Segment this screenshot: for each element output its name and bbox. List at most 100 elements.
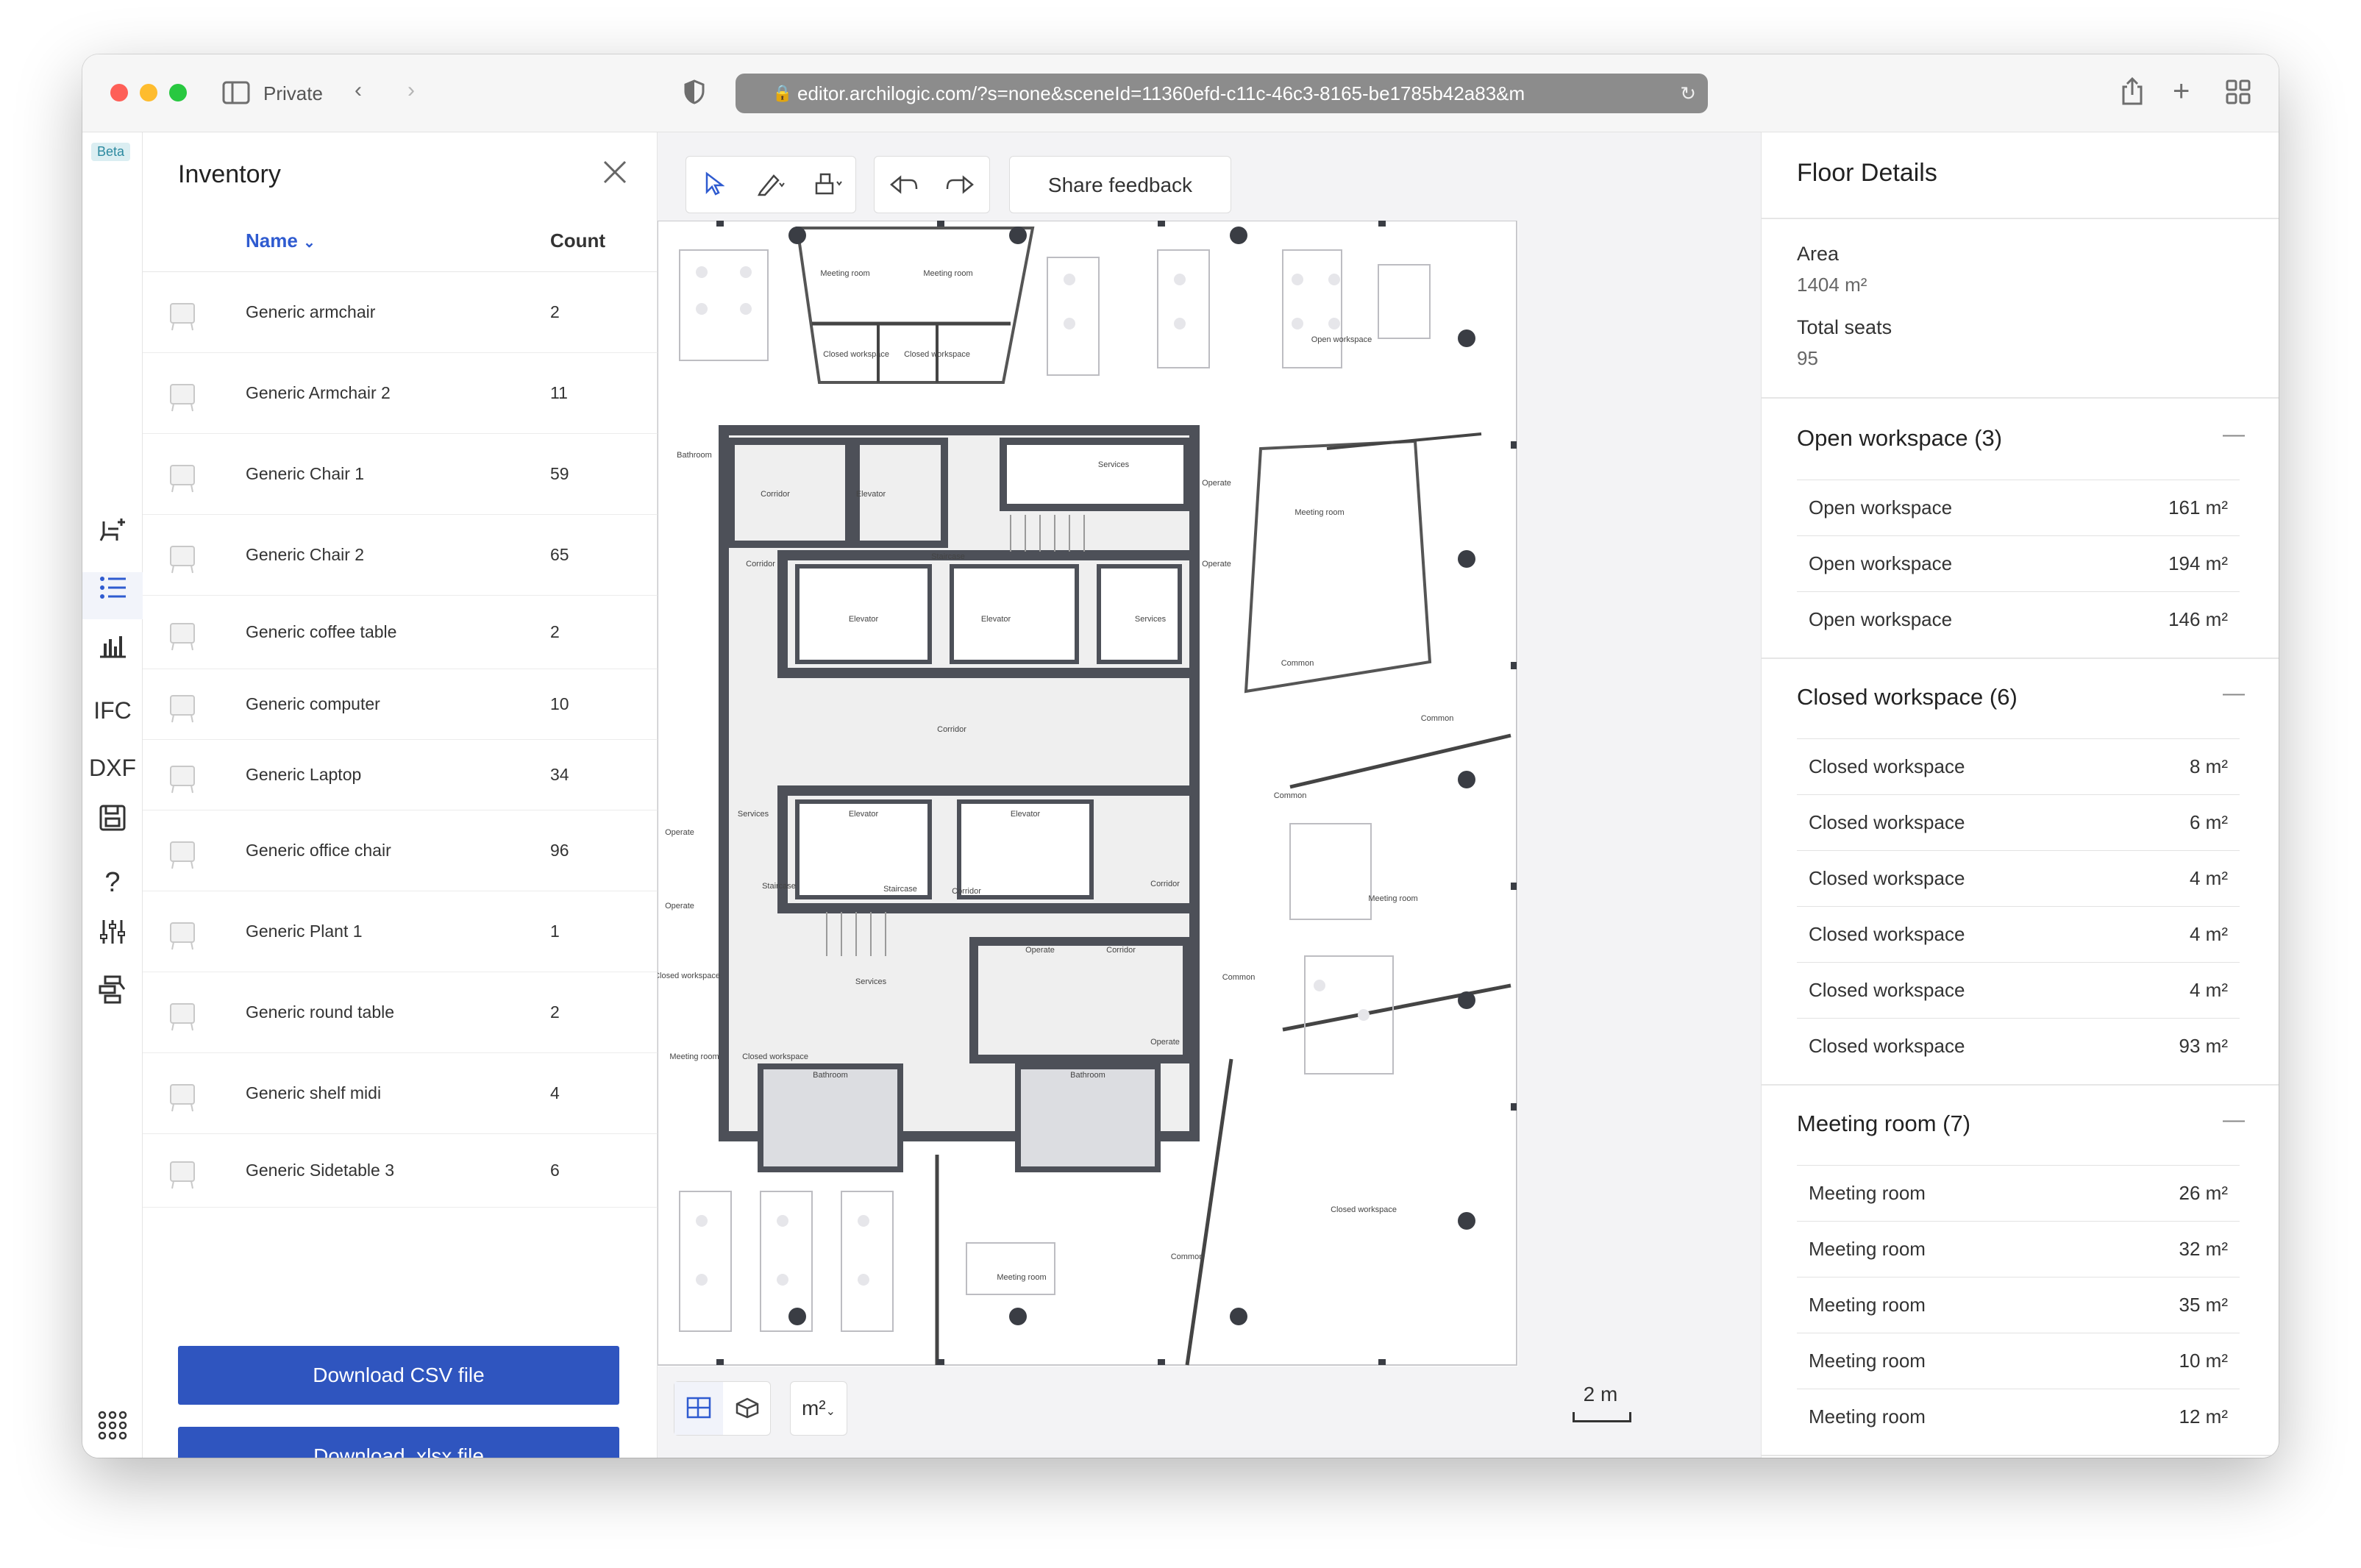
space-area: 161 m² [2168, 496, 2228, 518]
zoom-window-button[interactable] [169, 84, 187, 101]
stamp-tool-icon[interactable] [800, 157, 857, 213]
minimize-window-button[interactable] [140, 84, 157, 101]
unit-selector[interactable]: m²⌄ [790, 1381, 847, 1436]
inventory-item-count: 2 [550, 1002, 560, 1022]
inventory-item-count: 2 [550, 622, 560, 641]
space-row[interactable]: Open workspace 194 m² [1797, 535, 2240, 591]
shield-icon[interactable] [684, 79, 705, 109]
space-row[interactable]: Meeting room 35 m² [1797, 1277, 2240, 1333]
count-column-label[interactable]: Count [550, 229, 605, 252]
space-row[interactable]: Meeting room 32 m² [1797, 1221, 2240, 1277]
inventory-row[interactable]: Generic armchair 2 [143, 272, 658, 353]
redo-icon[interactable] [932, 157, 989, 213]
share-feedback-button[interactable]: Share feedback [1009, 156, 1231, 213]
plan-label-elevator: Elevator [849, 615, 879, 624]
space-row[interactable]: Closed workspace 4 m² [1797, 906, 2240, 962]
space-row[interactable]: Meeting room 26 m² [1797, 1165, 2240, 1221]
space-row[interactable]: Open workspace 146 m² [1797, 591, 2240, 647]
plan-label-common: Common [1421, 714, 1454, 723]
plan-label-staircase: Staircase [931, 552, 965, 561]
space-name: Closed workspace [1809, 867, 1965, 889]
inventory-row[interactable]: Generic Sidetable 3 6 [143, 1134, 658, 1208]
divider [1762, 1084, 2279, 1086]
space-row[interactable]: Closed workspace 93 m² [1797, 1018, 2240, 1074]
inventory-row[interactable]: Generic computer 10 [143, 669, 658, 740]
inventory-row[interactable]: Generic office chair 96 [143, 810, 658, 891]
inventory-row[interactable]: Generic coffee table 2 [143, 596, 658, 669]
save-icon[interactable] [82, 802, 143, 849]
space-row[interactable]: Closed workspace 4 m² [1797, 962, 2240, 1018]
collapse-icon[interactable]: — [2223, 422, 2245, 447]
inventory-row[interactable]: Generic Chair 1 59 [143, 434, 658, 515]
url-text: editor.archilogic.com/?s=none&sceneId=11… [797, 82, 1525, 104]
inventory-row[interactable]: Generic round table 2 [143, 972, 658, 1053]
sidebar-toggle-icon[interactable] [222, 81, 250, 109]
inventory-item-count: 65 [550, 545, 569, 564]
plan-label-staircase: Staircase [762, 882, 796, 891]
floor-plan-canvas[interactable]: Share feedback Meeting room Meeting room… [658, 132, 1761, 1458]
address-bar[interactable]: 🔒 editor.archilogic.com/?s=none&sceneId=… [736, 74, 1708, 113]
space-row[interactable]: Open workspace 161 m² [1797, 480, 2240, 535]
2d-view-icon[interactable] [674, 1382, 723, 1435]
inventory-row[interactable]: Generic Laptop 34 [143, 740, 658, 810]
section-title[interactable]: Open workspace (3) [1797, 425, 2002, 452]
tab-overview-icon[interactable] [2226, 79, 2251, 109]
select-tool-icon[interactable] [686, 157, 742, 213]
inventory-item-count: 59 [550, 464, 569, 483]
inventory-item-name: Generic Laptop [246, 765, 362, 784]
apps-grid-icon[interactable] [82, 1409, 143, 1456]
space-row[interactable]: Meeting room 12 m² [1797, 1389, 2240, 1444]
space-row[interactable]: Closed workspace 4 m² [1797, 850, 2240, 906]
reload-icon[interactable]: ↻ [1680, 74, 1696, 113]
inventory-row[interactable]: Generic Armchair 2 11 [143, 353, 658, 434]
statistics-chart-icon[interactable] [82, 630, 143, 677]
space-row[interactable]: Meeting room 10 m² [1797, 1333, 2240, 1389]
help-icon[interactable]: ? [82, 859, 143, 906]
scale-label: 2 m [1583, 1383, 1618, 1405]
structure-tree-icon[interactable] [82, 974, 143, 1021]
back-icon[interactable]: ‹ [355, 79, 362, 101]
close-window-button[interactable] [110, 84, 128, 101]
inventory-item-count: 96 [550, 841, 569, 860]
inventory-row[interactable]: Generic Plant 1 1 [143, 891, 658, 972]
furniture-thumbnail [160, 1072, 204, 1116]
forward-icon[interactable]: › [407, 79, 415, 101]
plan-label-operate: Operate [1202, 560, 1231, 569]
furniture-thumbnail [160, 371, 204, 416]
3d-view-icon[interactable] [723, 1382, 772, 1435]
space-area: 10 m² [2179, 1350, 2228, 1372]
space-row[interactable]: Closed workspace 8 m² [1797, 738, 2240, 794]
section-title[interactable]: Meeting room (7) [1797, 1111, 1970, 1137]
space-name: Meeting room [1809, 1182, 1926, 1204]
close-icon[interactable] [602, 159, 627, 192]
add-furniture-icon[interactable] [82, 515, 143, 562]
new-tab-icon[interactable]: + [2173, 76, 2190, 106]
inventory-item-name: Generic shelf midi [246, 1083, 382, 1102]
collapse-icon[interactable]: — [2223, 1108, 2245, 1133]
inventory-item-name: Generic Plant 1 [246, 922, 363, 941]
inventory-item-name: Generic Armchair 2 [246, 383, 391, 402]
share-icon[interactable] [2121, 76, 2143, 110]
name-column-sort[interactable]: Name ⌄ [246, 229, 316, 252]
space-row[interactable]: Closed workspace 6 m² [1797, 794, 2240, 850]
space-area: 26 m² [2179, 1182, 2228, 1204]
undo-icon[interactable] [875, 157, 932, 213]
ifc-export-button[interactable]: IFC [82, 687, 143, 734]
collapse-icon[interactable]: — [2223, 681, 2245, 706]
download-xlsx-button[interactable]: Download .xlsx file [178, 1427, 619, 1458]
history-tools-group [874, 156, 990, 213]
inventory-row[interactable]: Generic Chair 2 65 [143, 515, 658, 596]
plan-label-elevator: Elevator [856, 490, 886, 499]
tool-rail: Beta IFC DXF ? [82, 132, 143, 1458]
section-title[interactable]: Closed workspace (6) [1797, 684, 2018, 710]
space-name: Closed workspace [1809, 979, 1965, 1001]
inventory-row[interactable]: Generic shelf midi 4 [143, 1053, 658, 1134]
inventory-list-icon[interactable] [82, 572, 143, 619]
draw-tool-icon[interactable] [742, 157, 800, 213]
furniture-thumbnail [160, 829, 204, 873]
settings-sliders-icon[interactable] [82, 916, 143, 963]
download-csv-button[interactable]: Download CSV file [178, 1346, 619, 1405]
plan-label-bathroom: Bathroom [1070, 1071, 1105, 1080]
dxf-export-button[interactable]: DXF [82, 744, 143, 791]
plan-label-services: Services [1135, 615, 1167, 624]
